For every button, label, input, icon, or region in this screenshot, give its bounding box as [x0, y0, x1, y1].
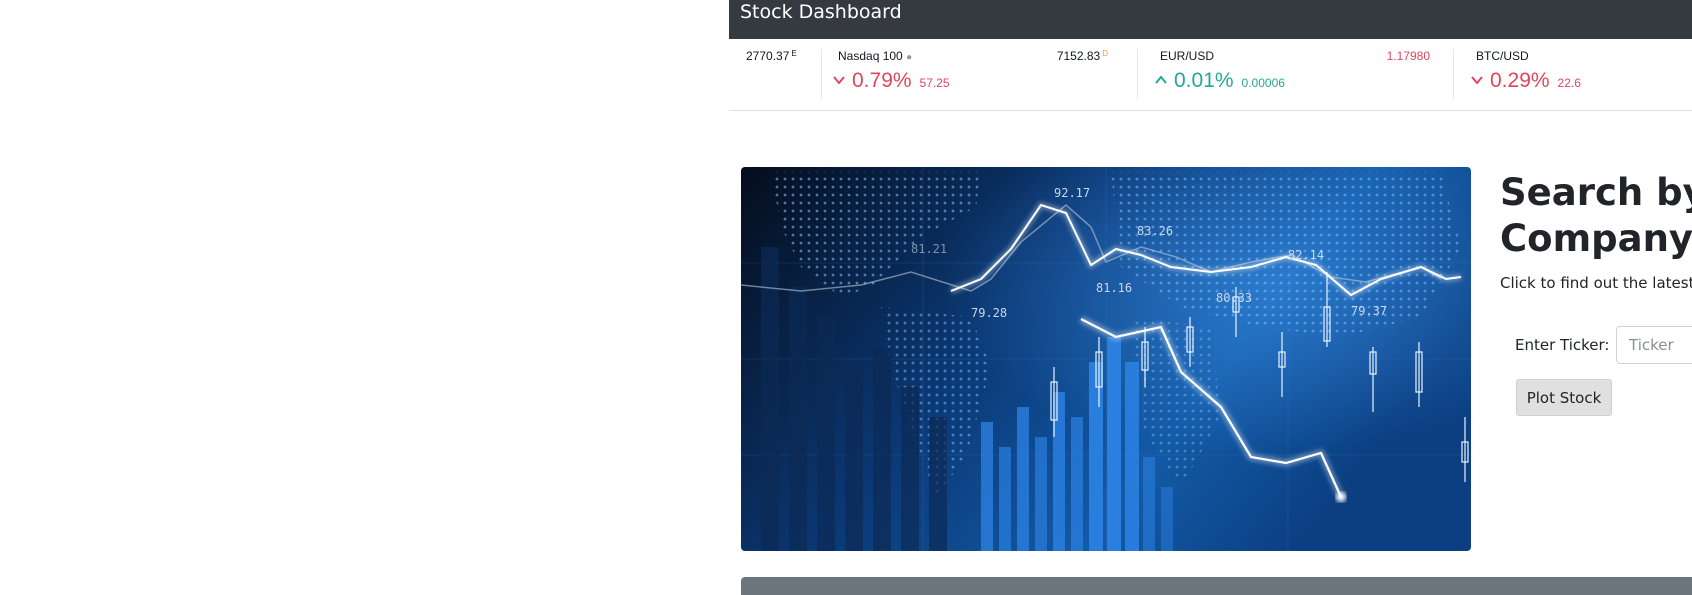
ticker-price: 2770.37 E — [746, 49, 797, 63]
page: Stock Dashboard 2770.37 E Nasdaq 100 ● 71… — [0, 0, 1692, 595]
chart-label: 83.26 — [1137, 224, 1173, 238]
chart-label: 79.28 — [971, 306, 1007, 320]
footer-bar — [741, 577, 1692, 595]
plot-stock-button[interactable]: Plot Stock — [1516, 379, 1612, 416]
ticker-name: EUR/USD — [1160, 49, 1215, 63]
change-absolute: 0.00006 — [1241, 76, 1285, 90]
ticker-change: 0.01% 0.00006 — [1154, 69, 1285, 93]
ticker-divider — [821, 49, 822, 99]
chart-label: 92.17 — [1054, 186, 1090, 200]
ticker-name: Nasdaq 100 ● — [838, 49, 913, 63]
chart-label: 82.14 — [1288, 248, 1324, 262]
ticker-item-btc-usd[interactable]: BTC/USD 0.29% 22.6 — [1471, 39, 1692, 110]
ticker-divider — [1137, 49, 1138, 99]
price-flag: D — [1102, 49, 1108, 58]
ticker-label: Enter Ticker: — [1515, 336, 1610, 354]
chevron-up-icon — [1155, 75, 1167, 84]
search-title-line1: Search by — [1500, 171, 1692, 214]
chart-label: 79.37 — [1351, 304, 1387, 318]
ticker-divider — [1453, 49, 1454, 99]
search-subtitle: Click to find out the latest — [1500, 274, 1692, 292]
chart-label: 81.21 — [911, 242, 947, 256]
search-title: Search by Company T — [1500, 170, 1692, 262]
hero-image: 92.17 83.26 81.21 82.14 81.16 80.33 79.2… — [741, 167, 1471, 551]
change-percent: 0.01% — [1174, 69, 1234, 92]
ticker-item-partial[interactable]: 2770.37 E — [746, 39, 816, 110]
chevron-down-icon — [833, 76, 845, 85]
change-percent: 0.29% — [1490, 69, 1550, 92]
ticker-price: 1.17980 — [1386, 49, 1430, 63]
ticker-name: BTC/USD — [1476, 49, 1529, 63]
ticker-item-nasdaq-100[interactable]: Nasdaq 100 ● 7152.83 D 0.79% 57.25 — [833, 39, 1116, 110]
ticker-change: 0.79% 57.25 — [832, 69, 950, 93]
chart-label: 80.33 — [1216, 291, 1252, 305]
price-flag: E — [791, 49, 797, 58]
ticker-item-eur-usd[interactable]: EUR/USD 1.17980 0.01% 0.00006 — [1155, 39, 1430, 110]
ticker-change: 0.29% 22.6 — [1470, 69, 1581, 93]
navbar: Stock Dashboard — [729, 0, 1692, 39]
ticker-price: 7152.83 D — [1056, 49, 1108, 63]
change-absolute: 57.25 — [919, 76, 950, 90]
navbar-brand[interactable]: Stock Dashboard — [740, 1, 902, 23]
change-absolute: 22.6 — [1557, 76, 1581, 90]
chart-label: 81.16 — [1096, 281, 1132, 295]
ticker-tape: 2770.37 E Nasdaq 100 ● 7152.83 D 0.79% 57.… — [729, 39, 1692, 111]
chevron-down-icon — [1471, 76, 1483, 85]
search-title-line2: Company T — [1500, 217, 1692, 260]
change-percent: 0.79% — [852, 69, 912, 92]
ticker-input[interactable] — [1616, 326, 1692, 364]
